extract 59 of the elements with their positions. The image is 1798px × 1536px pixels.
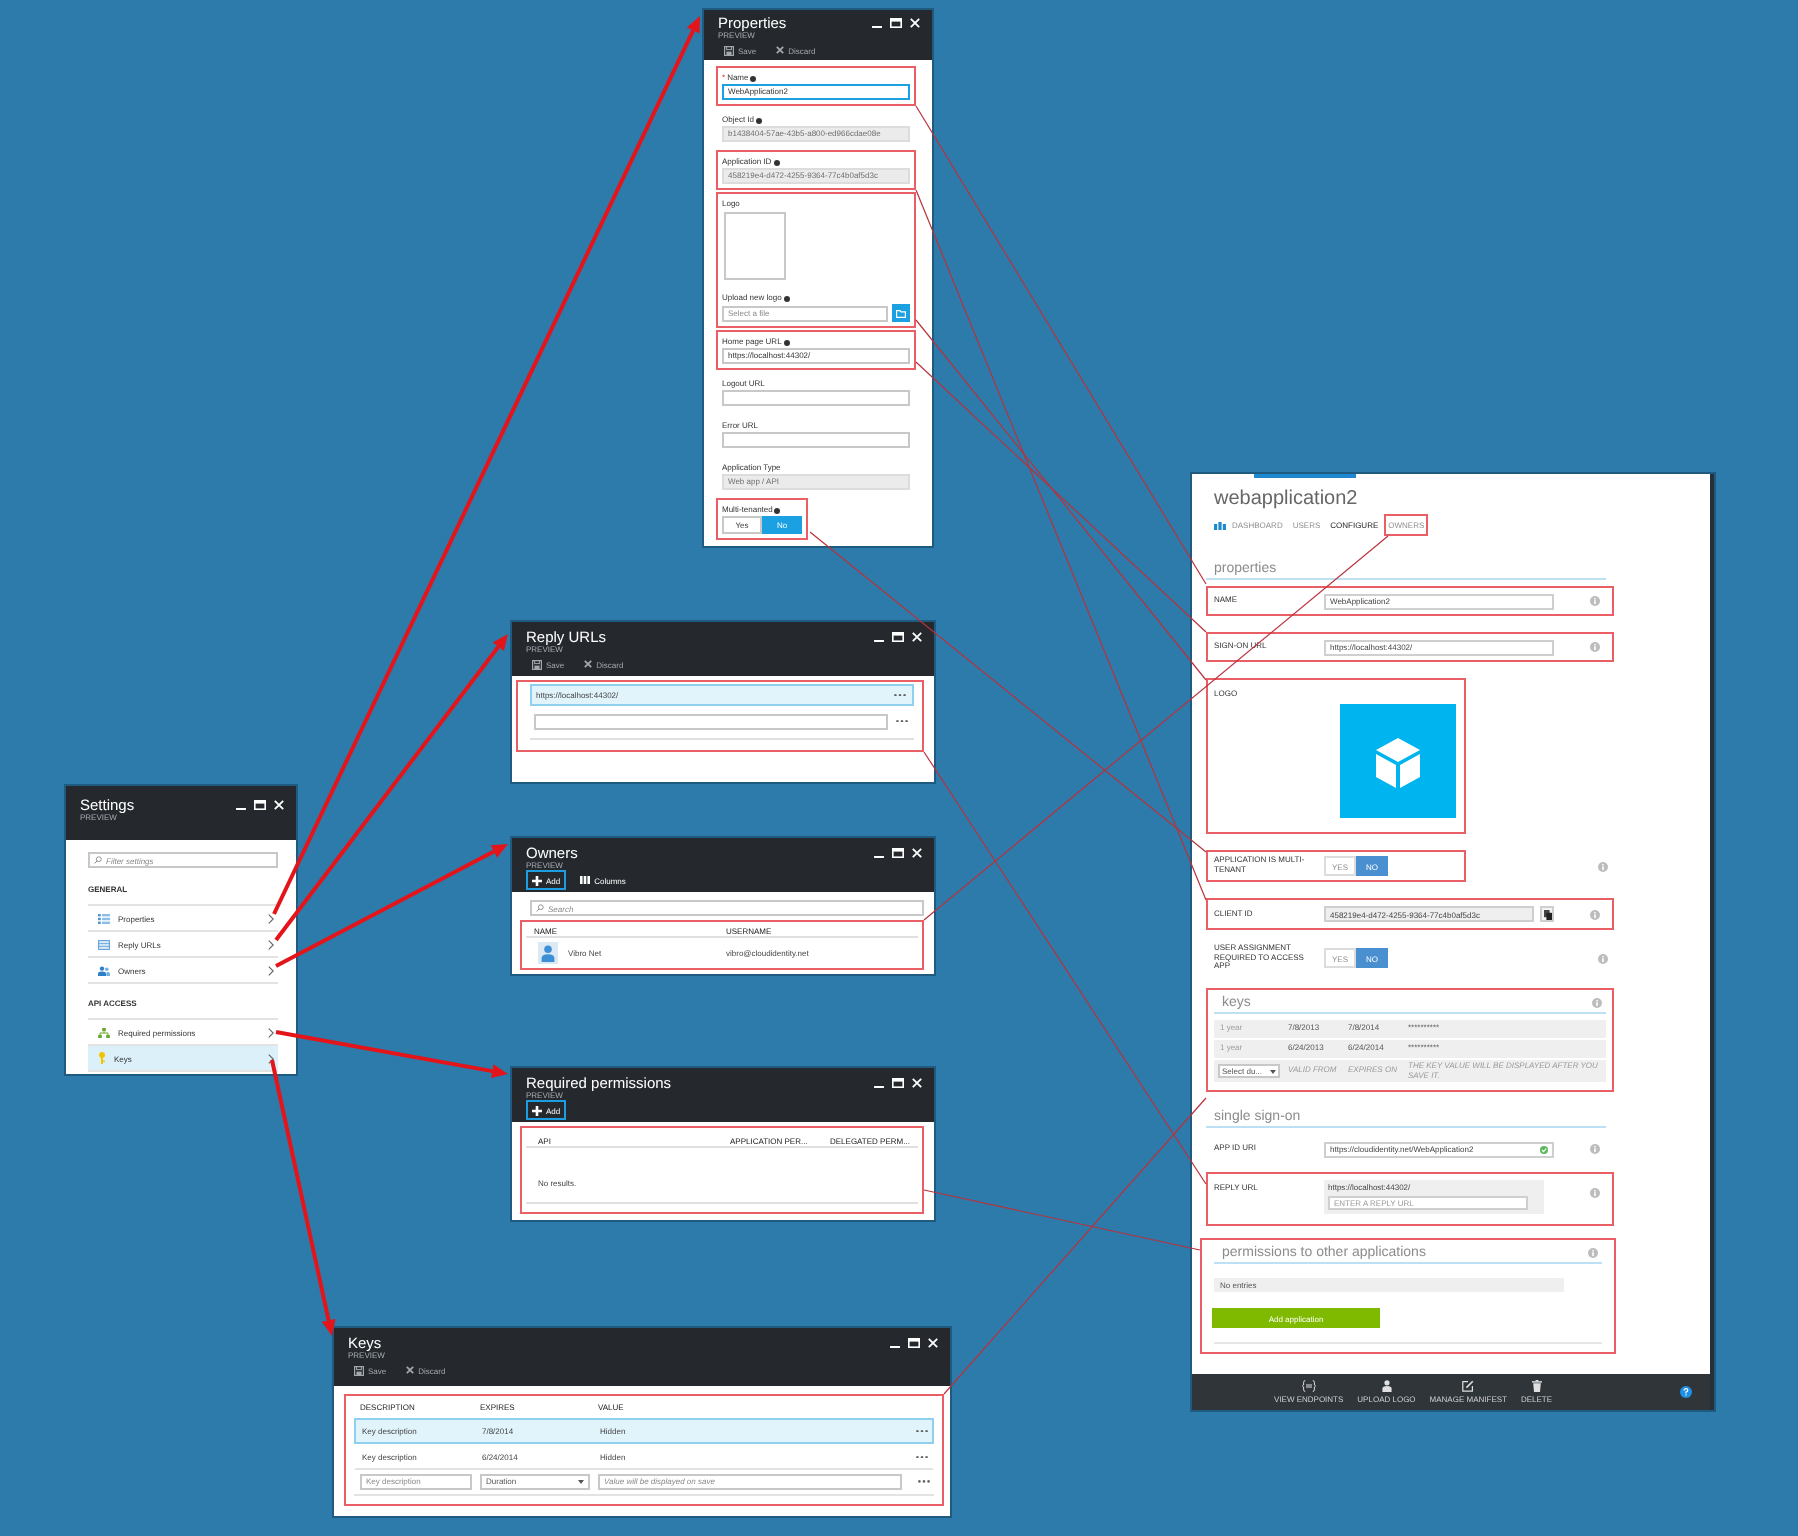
minimize-icon[interactable] [874, 639, 884, 642]
close-icon[interactable] [912, 848, 922, 858]
maximize-icon[interactable] [908, 1338, 920, 1348]
chevron-icon [268, 1053, 274, 1063]
maximize-icon[interactable] [890, 18, 902, 28]
save-icon [532, 659, 542, 669]
minimize-icon[interactable] [236, 807, 246, 810]
minimize-icon[interactable] [890, 1345, 900, 1348]
list-icon [98, 913, 110, 923]
maximize-icon[interactable] [892, 632, 904, 642]
plus-icon [532, 1105, 542, 1115]
chevron-icon [268, 965, 274, 975]
close-icon[interactable] [928, 1338, 938, 1348]
trash-icon [1531, 1380, 1542, 1392]
close-icon[interactable] [912, 632, 922, 642]
help-icon[interactable] [1680, 1386, 1692, 1398]
close-icon[interactable] [912, 1078, 922, 1088]
caret-icon [578, 1480, 584, 1484]
browse-button[interactable] [892, 304, 910, 322]
cube-logo-icon [1340, 704, 1456, 818]
chevron-icon [268, 913, 274, 923]
close-icon[interactable] [910, 18, 920, 28]
page-title: webapplication2 [1212, 486, 1358, 512]
table-icon [98, 939, 110, 949]
maximize-icon[interactable] [892, 848, 904, 858]
person-icon [1381, 1380, 1392, 1392]
text-field[interactable] [722, 432, 910, 448]
user-avatar-icon [538, 941, 558, 963]
x-icon [776, 46, 785, 54]
hierarchy-icon [98, 1027, 110, 1037]
plus-icon [532, 875, 542, 885]
folder-icon [896, 309, 906, 317]
save-icon [354, 1365, 364, 1375]
app-icon [1214, 521, 1226, 529]
close-icon[interactable] [274, 800, 284, 810]
loading-indicator [1254, 474, 1356, 478]
url-input-field[interactable] [534, 713, 888, 729]
x-icon [406, 1366, 415, 1374]
search-icon [536, 904, 544, 912]
minimize-icon[interactable] [874, 855, 884, 858]
key-icon [98, 1052, 106, 1064]
chevron-icon [268, 939, 274, 949]
maximize-icon[interactable] [892, 1078, 904, 1088]
logo-preview [724, 212, 786, 280]
search-icon [94, 856, 102, 864]
columns-icon [580, 876, 591, 884]
copy-icon [1543, 909, 1551, 919]
save-icon [724, 45, 734, 55]
minimize-icon[interactable] [874, 1085, 884, 1088]
edit-icon [1462, 1380, 1475, 1392]
copy-button[interactable] [1540, 906, 1554, 922]
users-icon [98, 965, 110, 975]
caret-icon [1270, 1069, 1276, 1074]
braces-icon [1301, 1380, 1316, 1392]
minimize-icon[interactable] [872, 25, 882, 28]
text-field[interactable] [722, 390, 910, 406]
x-icon [584, 660, 593, 668]
chevron-icon [268, 1027, 274, 1037]
maximize-icon[interactable] [254, 800, 266, 810]
